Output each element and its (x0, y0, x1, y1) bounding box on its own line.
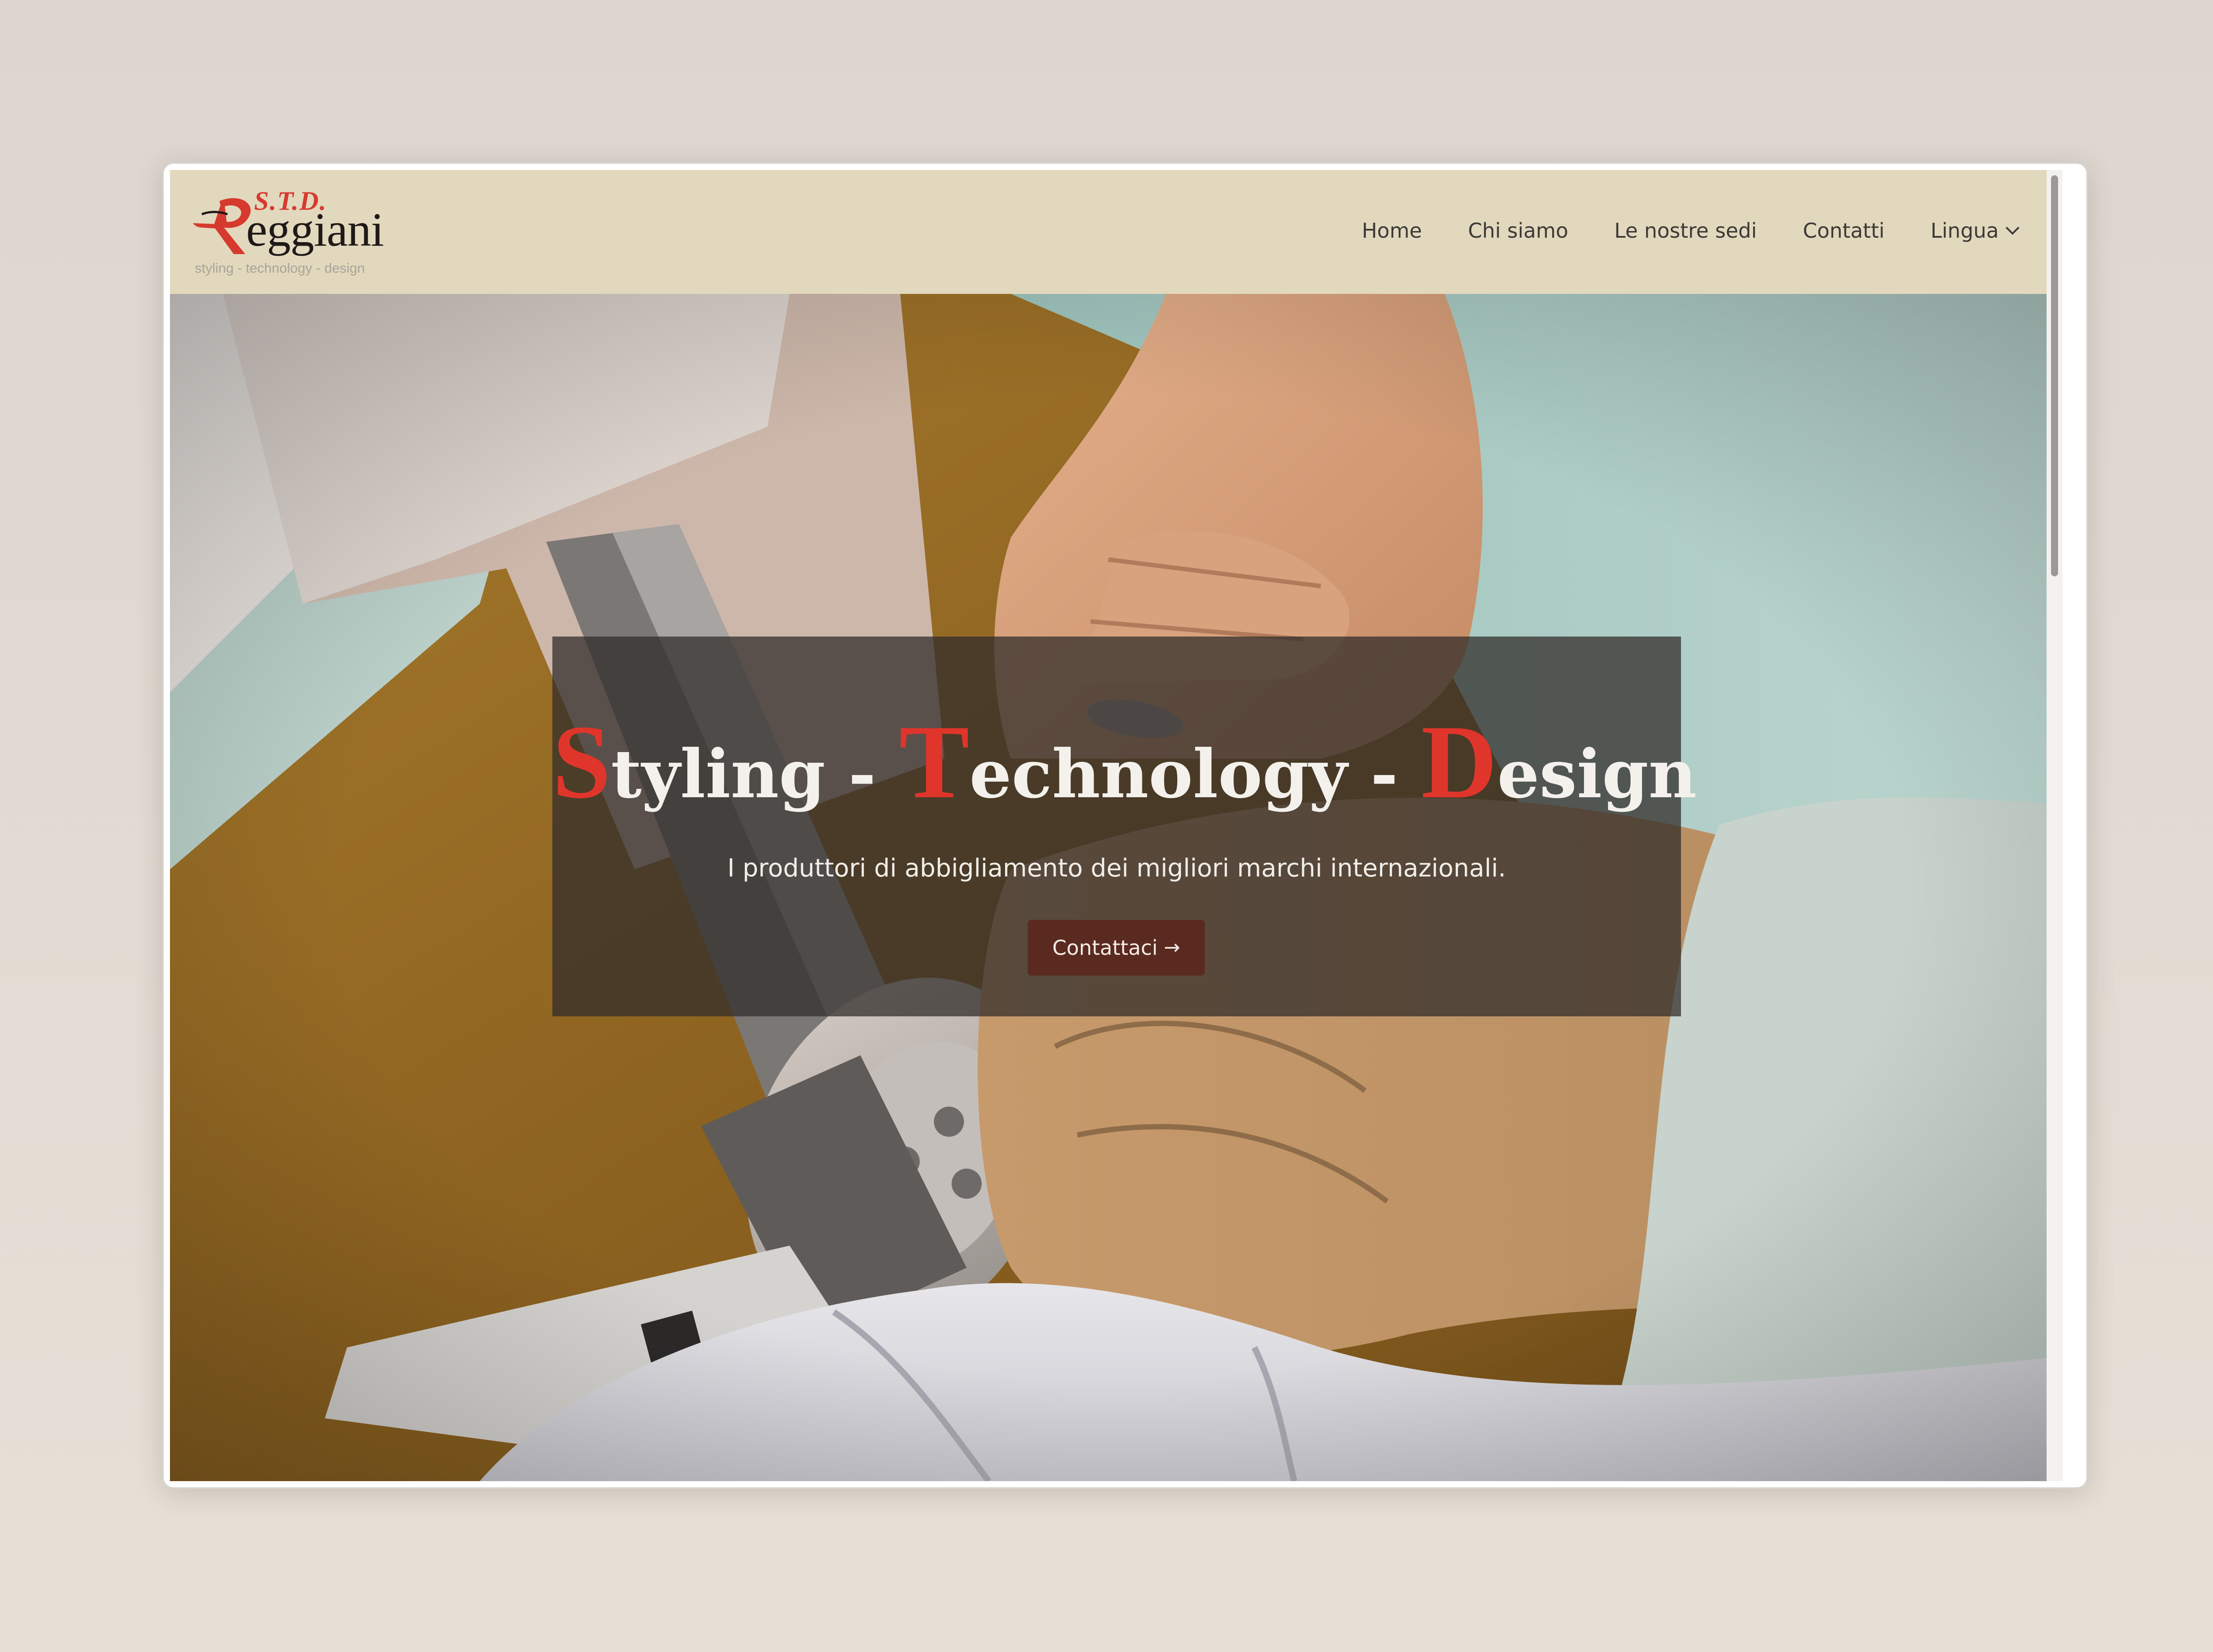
nav-chi-siamo[interactable]: Chi siamo (1468, 214, 1569, 247)
logo-tagline: styling - technology - design (195, 260, 365, 276)
arrow-right-icon: → (1164, 936, 1180, 959)
hero-subtitle: I produttori di abbigliamento dei miglio… (727, 854, 1506, 883)
chevron-down-icon (2005, 221, 2020, 235)
hero-title-cap-t: T (899, 704, 970, 820)
hero-title-cap-d: D (1421, 704, 1497, 820)
site-header: S.T.D. eggiani styling - technology - de… (170, 170, 2063, 294)
logo-name: eggiani (246, 204, 384, 256)
hero-title-design: esign (1497, 735, 1697, 813)
hero-title-technology: echnology - (969, 735, 1421, 813)
main-nav: Home Chi siamo Le nostre sedi Contatti L… (1362, 214, 2020, 247)
vertical-scrollbar[interactable] (2047, 170, 2063, 1481)
hero-title: Styling - Technology - Design (552, 710, 1697, 815)
hero-section: Styling - Technology - Design I produtto… (170, 294, 2063, 1481)
browser-window: S.T.D. eggiani styling - technology - de… (162, 162, 2088, 1489)
reggiani-logo[interactable]: S.T.D. eggiani styling - technology - de… (193, 188, 384, 281)
contattaci-button[interactable]: Contattaci → (1028, 920, 1205, 976)
cta-label: Contattaci (1052, 936, 1158, 960)
nav-le-nostre-sedi[interactable]: Le nostre sedi (1614, 214, 1757, 247)
hero-card: Styling - Technology - Design I produtto… (552, 637, 1697, 1016)
nav-home[interactable]: Home (1362, 214, 1422, 247)
hero-title-styling: tyling - (611, 735, 899, 813)
nav-contatti[interactable]: Contatti (1803, 214, 1885, 247)
scrollbar-thumb[interactable] (2051, 175, 2058, 576)
nav-language-label: Lingua (1930, 219, 1999, 243)
hero-title-cap-s: S (552, 704, 611, 820)
nav-language-dropdown[interactable]: Lingua (1930, 214, 2020, 247)
page-viewport: S.T.D. eggiani styling - technology - de… (170, 170, 2063, 1481)
